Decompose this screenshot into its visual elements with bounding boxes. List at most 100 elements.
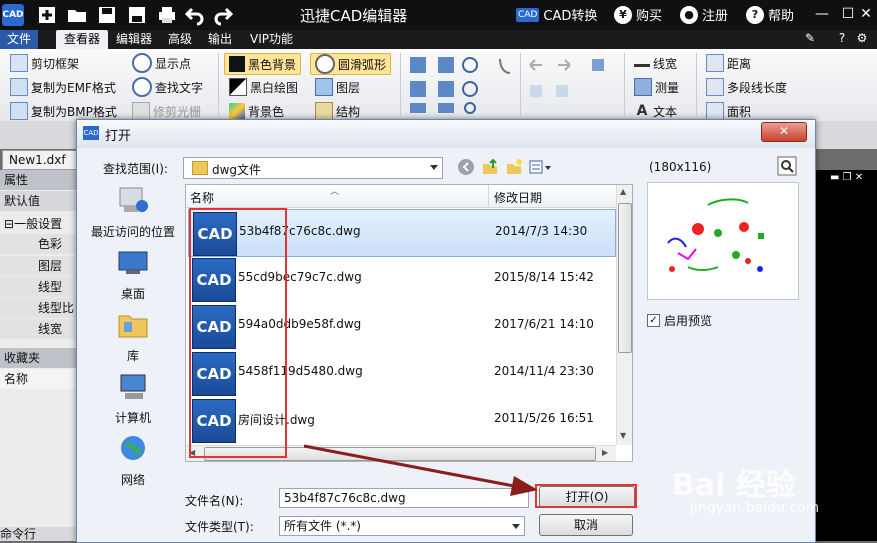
scroll-right-icon[interactable]: ▶ xyxy=(602,448,608,457)
lookin-value: dwg文件 xyxy=(212,163,262,177)
distance-icon xyxy=(706,54,724,72)
file-date: 2011/5/26 16:51 xyxy=(494,411,594,425)
edit-pencil-icon[interactable]: ✎ xyxy=(800,28,820,48)
dialog-title: 打开 xyxy=(105,129,132,144)
register-label: 注册 xyxy=(702,9,729,24)
enable-preview-checkbox[interactable]: ✓ 启用预览 xyxy=(647,312,712,329)
ribbon-trim-raster[interactable]: 修剪光栅 xyxy=(132,101,201,121)
settings-gear-icon[interactable]: ⚙ xyxy=(852,28,872,48)
ribbon-measure[interactable]: 测量 xyxy=(634,77,679,97)
place-library[interactable]: 库 xyxy=(85,310,181,364)
zoom-tools[interactable] xyxy=(408,55,518,115)
place-recent[interactable]: 最近访问的位置 xyxy=(85,186,181,240)
ribbon-structure[interactable]: 结构 xyxy=(315,101,360,121)
ribbon-find-text[interactable]: 查找文字 xyxy=(132,77,203,97)
command-line-label[interactable]: 命令行 xyxy=(0,527,80,541)
ribbon-polyline-length[interactable]: 多段线长度 xyxy=(706,77,787,97)
app-logo: CAD xyxy=(2,4,24,26)
ribbon-text[interactable]: A 文本 xyxy=(634,101,677,121)
folder-icon xyxy=(192,161,208,175)
save-icon[interactable] xyxy=(96,4,118,26)
lookin-dropdown[interactable]: dwg文件 xyxy=(183,157,443,179)
checkbox-checked-icon: ✓ xyxy=(647,314,660,327)
ribbon-smooth-arc[interactable]: 圆滑弧形 xyxy=(310,53,392,75)
default-value-row[interactable]: 默认值 xyxy=(0,191,84,211)
ribbon-line-width[interactable]: 线宽 xyxy=(634,53,677,73)
cad-convert-button[interactable]: CAD CAD转换 xyxy=(516,5,597,24)
buy-button[interactable]: ¥ 购买 xyxy=(614,5,662,24)
help-button[interactable]: ? 帮助 xyxy=(746,5,794,24)
view-menu-icon[interactable] xyxy=(529,158,553,176)
properties-title: 属性 xyxy=(0,170,84,190)
area-icon xyxy=(706,102,724,120)
vertical-scrollbar[interactable]: ▲ ▼ xyxy=(616,185,632,445)
vertical-scroll-thumb[interactable] xyxy=(618,203,632,353)
copy-bmp-icon xyxy=(10,102,28,120)
ribbon-cut-frame[interactable]: 剪切框架 xyxy=(10,53,79,73)
ribbon-copy-emf[interactable]: 复制为EMF格式 xyxy=(10,77,116,97)
info-icon[interactable]: ? xyxy=(832,28,852,48)
preview-toggle-icon[interactable] xyxy=(777,156,797,176)
place-network[interactable]: 网络 xyxy=(85,434,181,488)
lookin-label: 查找范围(I): xyxy=(103,162,168,176)
menu-editor[interactable]: 编辑器 xyxy=(108,30,160,49)
dialog-title-bar: CAD 打开 ✕ xyxy=(77,120,815,148)
minimize-icon[interactable]: — xyxy=(812,4,832,24)
ribbon-distance[interactable]: 距离 xyxy=(706,53,751,73)
close-icon[interactable]: ✕ xyxy=(856,4,876,24)
dialog-close-button[interactable]: ✕ xyxy=(761,122,807,142)
scroll-up-icon[interactable]: ▲ xyxy=(620,187,626,196)
register-button[interactable]: ● 注册 xyxy=(680,5,728,24)
ribbon-area[interactable]: 面积 xyxy=(706,101,751,121)
back-icon[interactable] xyxy=(457,158,475,176)
navigation-arrows[interactable] xyxy=(526,55,622,115)
maximize-icon[interactable]: ☐ xyxy=(838,4,858,24)
buy-label: 购买 xyxy=(636,9,663,24)
ribbon-background-color[interactable]: 背景色 xyxy=(229,101,284,121)
smooth-arc-icon xyxy=(315,54,335,74)
preview-thumbnail xyxy=(667,198,764,272)
redo-icon[interactable] xyxy=(212,4,234,26)
app-title: 迅捷CAD编辑器 xyxy=(300,7,408,25)
print-icon[interactable] xyxy=(156,4,178,26)
polyline-length-icon xyxy=(706,78,724,96)
icon-highlight-box xyxy=(189,208,287,458)
ribbon-black-background[interactable]: 黑色背景 xyxy=(224,53,302,75)
place-computer[interactable]: 计算机 xyxy=(85,372,181,426)
save-as-icon[interactable] xyxy=(126,4,148,26)
menu-advanced[interactable]: 高级 xyxy=(160,30,200,49)
new-folder-icon[interactable] xyxy=(505,158,523,176)
general-settings-group[interactable]: ⊟一般设置 xyxy=(0,214,84,234)
canvas-window-controls[interactable]: ▬ ❐ ✕ xyxy=(830,172,863,183)
ribbon-show-points[interactable]: 显示点 xyxy=(132,53,191,73)
help-icon: ? xyxy=(746,5,764,24)
menu-viewer[interactable]: 查看器 xyxy=(56,30,109,49)
drawing-canvas[interactable]: ▬ ❐ ✕ xyxy=(812,170,877,541)
ribbon-copy-bmp[interactable]: 复制为BMP格式 xyxy=(10,101,117,121)
cad-convert-icon: CAD xyxy=(516,7,540,22)
find-text-icon xyxy=(132,77,152,97)
undo-icon[interactable] xyxy=(184,4,206,26)
filetype-select[interactable]: 所有文件 (*.*) xyxy=(279,516,525,536)
file-list-header: 名称 ︿ 修改日期 xyxy=(186,185,616,208)
place-desktop[interactable]: 桌面 xyxy=(85,248,181,302)
menu-vip[interactable]: VIP功能 xyxy=(242,30,301,49)
scroll-down-icon[interactable]: ▼ xyxy=(620,431,626,440)
ribbon-separator xyxy=(520,53,521,115)
open-folder-icon[interactable] xyxy=(66,4,88,26)
ribbon: 剪切框架 复制为EMF格式 复制为BMP格式 显示点 查找文字 修剪光栅 黑色背… xyxy=(0,49,877,121)
file-date: 2014/11/4 23:30 xyxy=(494,364,594,378)
dialog-app-icon: CAD xyxy=(83,126,99,140)
ribbon-bw-drawing[interactable]: 黑白绘图 xyxy=(229,77,298,97)
layers-icon xyxy=(315,78,333,96)
ribbon-separator xyxy=(400,53,401,115)
menu-file[interactable]: 文件 xyxy=(0,30,38,49)
menu-output[interactable]: 输出 xyxy=(200,30,240,49)
new-file-icon[interactable] xyxy=(36,4,58,26)
column-name[interactable]: 名称 xyxy=(190,189,214,206)
ribbon-layers[interactable]: 图层 xyxy=(315,77,360,97)
cancel-button[interactable]: 取消 xyxy=(539,514,633,536)
up-folder-icon[interactable] xyxy=(481,158,499,176)
measure-icon xyxy=(634,78,652,96)
column-date[interactable]: 修改日期 xyxy=(494,189,542,206)
